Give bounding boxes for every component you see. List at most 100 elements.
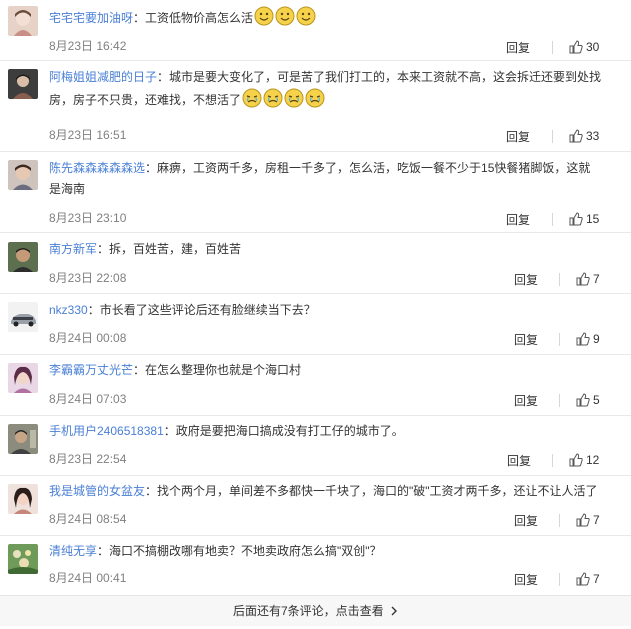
- comment-body: ：市长看了这些评论后还有脸继续当下去？: [87, 303, 316, 317]
- commenter-name[interactable]: 清纯无享: [49, 544, 97, 558]
- divider: [559, 514, 560, 527]
- like-button[interactable]: 33: [569, 128, 599, 144]
- like-count: 7: [593, 513, 600, 527]
- comment-body: ：城市是要大变化了，可是苦了我们打工的，本来工资就不高，这会拆迁还要到处找: [157, 70, 602, 84]
- comment-date: 8月24日 08:54: [49, 512, 127, 526]
- comment-body: ：海口不搞棚改哪有地卖？不地卖政府怎么搞"双创"？: [97, 544, 382, 558]
- comment-text: 清纯无享：海口不搞棚改哪有地卖？不地卖政府怎么搞"双创"？: [49, 541, 614, 562]
- comment-text: 南方新军：拆，百姓苦，建，百姓苦: [49, 239, 614, 260]
- thumbs-up-icon: [569, 40, 583, 54]
- thumbs-up-icon: [569, 212, 583, 226]
- reply-button[interactable]: 回复: [514, 571, 538, 588]
- comment-item: 陈先森森森森森选：麻痹，工资两千多，房租一千多了，怎么活，吃饭一餐不少于15快餐…: [0, 152, 631, 232]
- like-count: 7: [593, 572, 600, 586]
- like-count: 15: [586, 212, 600, 226]
- reply-button[interactable]: 回复: [507, 452, 531, 469]
- more-comments-button[interactable]: 后面还有7条评论，点击查看: [0, 595, 631, 626]
- reply-button[interactable]: 回复: [506, 39, 530, 56]
- like-button[interactable]: 5: [576, 392, 600, 408]
- divider: [552, 454, 553, 467]
- commenter-name[interactable]: 我是城管的女盆友: [49, 484, 145, 498]
- like-button[interactable]: 7: [576, 512, 600, 528]
- reply-button[interactable]: 回复: [514, 271, 538, 288]
- like-count: 12: [586, 453, 600, 467]
- comment-text: 李霸霸万丈光芒：在怎么整理你也就是个海口村: [49, 360, 614, 381]
- comment-date: 8月24日 00:08: [49, 331, 127, 345]
- avatar[interactable]: [8, 69, 38, 99]
- divider: [559, 573, 560, 586]
- comment-date: 8月24日 00:41: [49, 571, 127, 585]
- thumbs-up-icon: [569, 129, 583, 143]
- like-button[interactable]: 9: [576, 331, 600, 347]
- comment-body: ：麻痹，工资两千多，房租一千多了，怎么活，吃饭一餐不少于15快餐猪脚饭，这就: [145, 161, 591, 175]
- divider: [552, 213, 553, 226]
- comment-item: 阿梅姐姐减肥的日子：城市是要大变化了，可是苦了我们打工的，本来工资就不高，这会拆…: [0, 61, 631, 151]
- comment-item: 李霸霸万丈光芒：在怎么整理你也就是个海口村 8月24日 07:03 回复 5: [0, 355, 631, 415]
- divider: [559, 394, 560, 407]
- more-comments-label: 后面还有7条评论，点击查看: [232, 604, 384, 618]
- chevron-right-icon: [391, 606, 398, 616]
- comment-body-line2: 房，房子不只贵，还难找，不想活了: [49, 93, 242, 107]
- commenter-name[interactable]: 手机用户2406518381: [49, 424, 164, 438]
- comment-body: ：拆，百姓苦，建，百姓苦: [97, 242, 242, 256]
- comment-text: 宅宅宅要加油呀：工资低物价高怎么活: [49, 6, 614, 29]
- avatar[interactable]: [8, 6, 38, 36]
- thumbs-up-icon: [576, 393, 590, 407]
- like-button[interactable]: 7: [576, 271, 600, 287]
- reply-button[interactable]: 回复: [514, 512, 538, 529]
- comment-text: nkz330：市长看了这些评论后还有脸继续当下去？: [49, 300, 614, 321]
- comment-date: 8月23日 22:54: [49, 452, 127, 466]
- divider: [559, 333, 560, 346]
- smile-emoji-icon: [254, 6, 274, 26]
- comment-date: 8月23日 16:42: [49, 39, 127, 53]
- like-count: 9: [593, 332, 600, 346]
- comment-date: 8月23日 16:51: [49, 128, 127, 142]
- comment-item: 我是城管的女盆友：找个两个月，单间差不多都快一千块了，海口的"破"工资才两千多，…: [0, 476, 631, 535]
- comment-date: 8月23日 23:10: [49, 211, 127, 225]
- crying-emoji-icon: [284, 88, 304, 108]
- comment-body: ：在怎么整理你也就是个海口村: [133, 363, 302, 377]
- commenter-name[interactable]: 宅宅宅要加油呀: [49, 11, 133, 25]
- comment-text: 陈先森森森森森选：麻痹，工资两千多，房租一千多了，怎么活，吃饭一餐不少于15快餐…: [49, 158, 614, 200]
- thumbs-up-icon: [569, 453, 583, 467]
- comment-body: ：找个两个月，单间差不多都快一千块了，海口的"破"工资才两千多，还让不让人活了: [145, 484, 598, 498]
- commenter-name[interactable]: 阿梅姐姐减肥的日子: [49, 70, 157, 84]
- like-button[interactable]: 7: [576, 571, 600, 587]
- reply-button[interactable]: 回复: [514, 392, 538, 409]
- commenter-name[interactable]: 李霸霸万丈光芒: [49, 363, 133, 377]
- avatar[interactable]: [8, 242, 38, 272]
- reply-button[interactable]: 回复: [514, 331, 538, 348]
- commenter-name[interactable]: 南方新军: [49, 242, 97, 256]
- like-count: 5: [593, 393, 600, 407]
- comment-body-line2: 是海南: [49, 182, 86, 196]
- avatar[interactable]: [8, 302, 38, 332]
- comment-date: 8月24日 07:03: [49, 392, 127, 406]
- comment-item: 手机用户2406518381：政府是要把海口搞成没有打工仔的城市了。 8月23日…: [0, 416, 631, 475]
- crying-emoji-icon: [305, 88, 325, 108]
- like-button[interactable]: 30: [569, 39, 599, 55]
- reply-button[interactable]: 回复: [506, 128, 530, 145]
- divider: [552, 41, 553, 54]
- commenter-name[interactable]: 陈先森森森森森选: [49, 161, 145, 175]
- reply-button[interactable]: 回复: [506, 211, 530, 228]
- comment-text: 阿梅姐姐减肥的日子：城市是要大变化了，可是苦了我们打工的，本来工资就不高，这会拆…: [49, 67, 614, 111]
- thumbs-up-icon: [576, 332, 590, 346]
- smile-emoji-icon: [275, 6, 295, 26]
- comment-item: 清纯无享：海口不搞棚改哪有地卖？不地卖政府怎么搞"双创"？ 8月24日 00:4…: [0, 536, 631, 595]
- thumbs-up-icon: [576, 572, 590, 586]
- avatar[interactable]: [8, 484, 38, 514]
- like-count: 30: [586, 40, 600, 54]
- divider: [559, 273, 560, 286]
- comment-body: ：政府是要把海口搞成没有打工仔的城市了。: [163, 424, 404, 438]
- avatar[interactable]: [8, 424, 38, 454]
- like-count: 33: [586, 129, 600, 143]
- avatar[interactable]: [8, 363, 38, 393]
- commenter-name[interactable]: nkz330: [49, 303, 88, 317]
- like-button[interactable]: 12: [569, 452, 599, 468]
- avatar[interactable]: [8, 544, 38, 574]
- avatar[interactable]: [8, 160, 38, 190]
- like-button[interactable]: 15: [569, 211, 599, 227]
- comment-item: 南方新军：拆，百姓苦，建，百姓苦 8月23日 22:08 回复 7: [0, 233, 631, 293]
- comment-text: 我是城管的女盆友：找个两个月，单间差不多都快一千块了，海口的"破"工资才两千多，…: [49, 481, 614, 502]
- crying-emoji-icon: [242, 88, 262, 108]
